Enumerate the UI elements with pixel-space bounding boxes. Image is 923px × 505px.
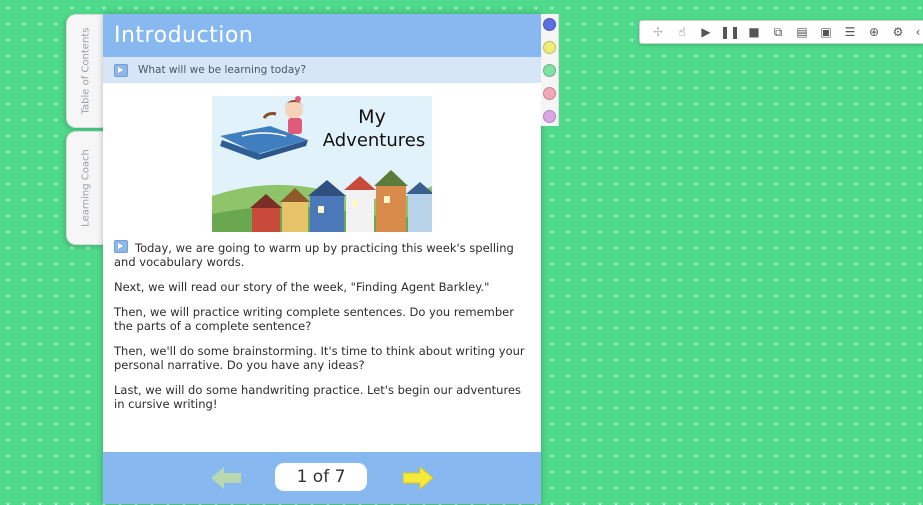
stop-icon[interactable]: ■ <box>746 24 762 40</box>
page-title: Introduction <box>103 14 541 57</box>
book-icon[interactable]: ▤ <box>794 24 810 40</box>
move-icon[interactable]: ✢ <box>650 24 666 40</box>
highlight-color-picker <box>541 14 559 126</box>
page-footer: 1 of 7 <box>103 452 541 504</box>
subheader: What will we be learning today? <box>103 57 541 83</box>
color-swatch-purple[interactable] <box>543 110 556 123</box>
gear-icon[interactable]: ⚙ <box>890 24 906 40</box>
illustration-title-line2: Adventures <box>323 130 425 151</box>
zoom-icon[interactable]: ⊕ <box>866 24 882 40</box>
paragraph-5: Last, we will do some handwriting practi… <box>114 383 521 411</box>
tab-learning-coach[interactable]: Learning Coach <box>66 131 105 245</box>
toolbar: ✢ ☝ ▶ ❚❚ ■ ⧉ ▤ ▣ ☰ ⊕ ⚙ ‹ <box>639 20 923 44</box>
tab-table-of-contents-label: Table of Contents <box>80 27 92 115</box>
subheader-text: What will we be learning today? <box>138 64 307 76</box>
previous-page-button[interactable] <box>211 467 241 489</box>
hand-pointer-icon[interactable]: ☝ <box>674 24 690 40</box>
color-swatch-pink[interactable] <box>543 87 556 100</box>
content-panel: Introduction What will we be learning to… <box>103 14 541 504</box>
play-icon[interactable]: ▶ <box>698 24 714 40</box>
arrow-right-icon <box>402 465 434 491</box>
color-swatch-green[interactable] <box>543 64 556 77</box>
paragraph-4: Then, we'll do some brainstorming. It's … <box>114 344 525 372</box>
image-icon[interactable]: ▣ <box>818 24 834 40</box>
audio-icon[interactable] <box>114 63 128 77</box>
lesson-text: Today, we are going to warm up by practi… <box>114 240 534 422</box>
illustration-title-line1: My <box>358 106 386 128</box>
paragraph-1: Today, we are going to warm up by practi… <box>114 240 514 269</box>
my-adventures-illustration: My Adventures <box>212 96 432 232</box>
color-swatch-yellow[interactable] <box>543 41 556 54</box>
caption-icon[interactable]: ☰ <box>842 24 858 40</box>
arrow-left-icon <box>211 467 241 489</box>
color-swatch-blue[interactable] <box>543 18 556 31</box>
audio-icon[interactable] <box>114 240 128 253</box>
pause-icon[interactable]: ❚❚ <box>720 24 740 40</box>
collapse-chevron-icon[interactable]: ‹ <box>910 24 923 40</box>
copy-icon[interactable]: ⧉ <box>770 24 786 40</box>
tab-learning-coach-label: Learning Coach <box>80 149 92 227</box>
paragraph-2: Next, we will read our story of the week… <box>114 280 490 294</box>
illustration-art: My Adventures <box>212 96 432 232</box>
next-page-button[interactable] <box>402 465 434 491</box>
tab-table-of-contents[interactable]: Table of Contents <box>66 14 105 128</box>
paragraph-3: Then, we will practice writing complete … <box>114 305 514 333</box>
page-indicator: 1 of 7 <box>275 463 367 491</box>
